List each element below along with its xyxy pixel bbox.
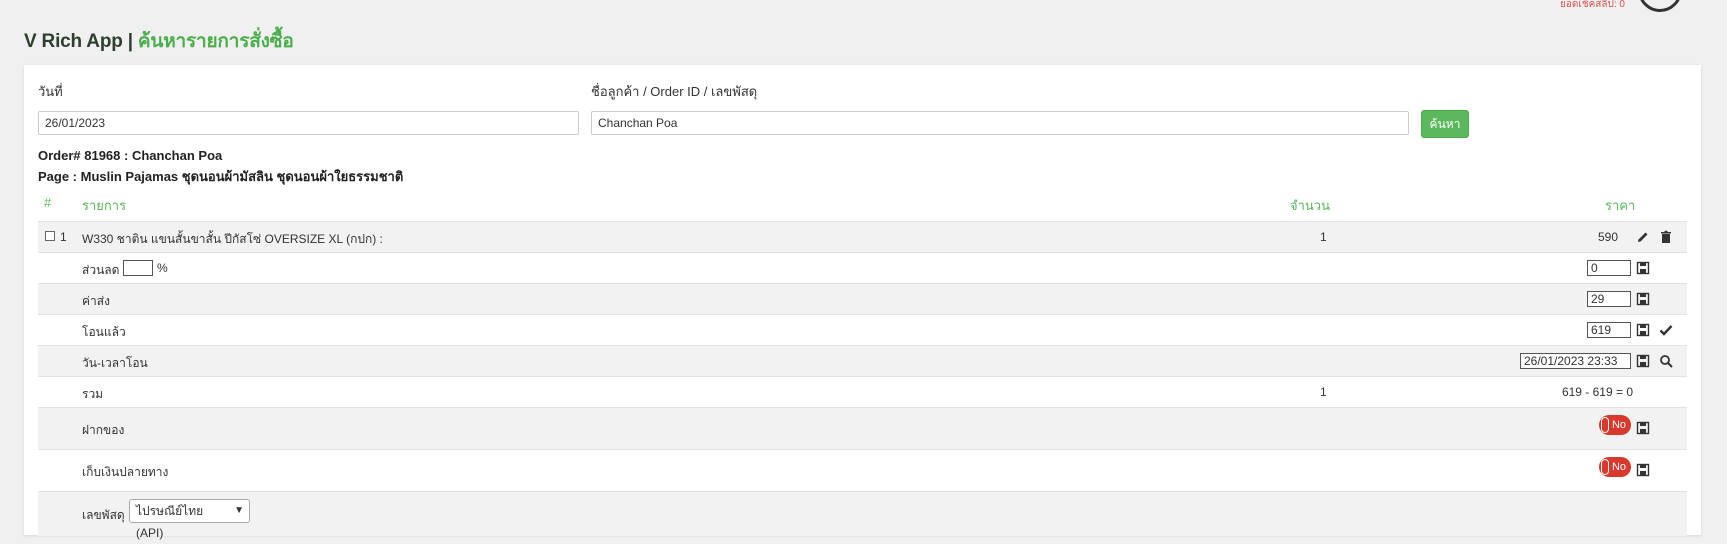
edit-icon[interactable] <box>1636 230 1650 244</box>
table-row-paid: โอนแล้ว 619 <box>38 314 1687 345</box>
item-name: W330 ชาติน แขนสั้นขาสั้น ปีกัสโซ่ OVERSI… <box>82 232 383 246</box>
save-icon[interactable] <box>1636 463 1650 477</box>
search-button[interactable]: ค้นหา <box>1421 110 1469 138</box>
paid-input[interactable]: 619 <box>1587 322 1631 338</box>
save-icon[interactable] <box>1636 323 1650 337</box>
total-calc: 619 - 619 = 0 <box>1561 385 1633 399</box>
item-number: 1 <box>60 230 67 244</box>
col-header-price: ราคา <box>1605 198 1636 213</box>
deposit-label: ฝากของ <box>82 423 125 437</box>
search-icon[interactable] <box>1659 354 1673 368</box>
save-icon[interactable] <box>1636 292 1650 306</box>
item-price: 590 <box>1597 230 1618 244</box>
total-label: รวม <box>82 387 104 401</box>
item-qty: 1 <box>1320 230 1327 244</box>
customer-label: ชื่อลูกค้า / Order ID / เลขพัสดุ <box>591 84 758 99</box>
discount-input[interactable]: 0 <box>1587 260 1631 276</box>
app-name: V Rich App | <box>24 31 133 52</box>
paid-label: โอนแล้ว <box>82 325 126 339</box>
cod-toggle[interactable]: No <box>1599 457 1631 477</box>
table-row-cod: เก็บเงินปลายทาง No <box>38 449 1687 491</box>
page-title: V Rich App | ค้นหารายการสั่งซื้อ <box>24 26 294 56</box>
trash-icon[interactable] <box>1659 230 1673 244</box>
check-icon[interactable] <box>1659 323 1673 337</box>
item-checkbox[interactable] <box>45 231 55 241</box>
paid-time-label: วัน-เวลาโอน <box>82 356 148 370</box>
save-icon[interactable] <box>1636 354 1650 368</box>
tracking-label: เลขพัสดุ <box>82 508 125 522</box>
customer-search-input[interactable]: Chanchan Poa <box>591 111 1409 135</box>
chevron-down-icon: ▼ <box>234 505 244 516</box>
col-header-qty: จำนวน <box>1290 198 1330 213</box>
save-icon[interactable] <box>1636 421 1650 435</box>
order-page: Page : Muslin Pajamas ชุดนอนผ้ามัสลิน ชุ… <box>38 169 404 184</box>
date-label: วันที่ <box>38 84 63 99</box>
table-row-item: 1 W330 ชาติน แขนสั้นขาสั้น ปีกัสโซ่ OVER… <box>38 221 1687 252</box>
save-icon[interactable] <box>1636 261 1650 275</box>
deposit-toggle[interactable]: No <box>1599 415 1631 435</box>
total-qty: 1 <box>1320 385 1327 399</box>
user-avatar[interactable] <box>1638 0 1682 12</box>
order-title: Order# 81968 : Chanchan Poa <box>38 148 223 163</box>
carrier-select[interactable]: ไปรษณีย์ไทย (API) ▼ <box>129 499 250 540</box>
search-card: วันที่ 26/01/2023 ชื่อลูกค้า / Order ID … <box>24 65 1701 540</box>
col-header-item: รายการ <box>82 198 127 213</box>
table-row-discount: ส่วนลด % 0 <box>38 252 1687 283</box>
col-header-num: # <box>44 195 52 210</box>
slip-check-status: ยอดเช็คสลิป: 0 <box>1560 0 1625 10</box>
table-row-paid-time: วัน-เวลาโอน 26/01/2023 23:33 <box>38 345 1687 376</box>
discount-percent-input[interactable] <box>123 260 153 276</box>
percent-sign: % <box>157 261 168 275</box>
page-subtitle: ค้นหารายการสั่งซื้อ <box>137 31 294 52</box>
shipping-input[interactable]: 29 <box>1587 291 1631 307</box>
shipping-label: ค่าส่ง <box>82 294 110 308</box>
date-input[interactable]: 26/01/2023 <box>38 111 579 135</box>
table-row-deposit: ฝากของ No <box>38 407 1687 449</box>
table-row-shipping: ค่าส่ง 29 <box>38 283 1687 314</box>
cod-label: เก็บเงินปลายทาง <box>82 465 169 479</box>
table-row-tracking: เลขพัสดุ ไปรษณีย์ไทย (API) ▼ <box>38 491 1687 540</box>
carrier-select-value: ไปรษณีย์ไทย (API) <box>136 504 204 540</box>
table-row-total: รวม 1 619 - 619 = 0 <box>38 376 1687 407</box>
discount-label: ส่วนลด <box>82 263 120 277</box>
paid-time-input[interactable]: 26/01/2023 23:33 <box>1520 353 1631 369</box>
